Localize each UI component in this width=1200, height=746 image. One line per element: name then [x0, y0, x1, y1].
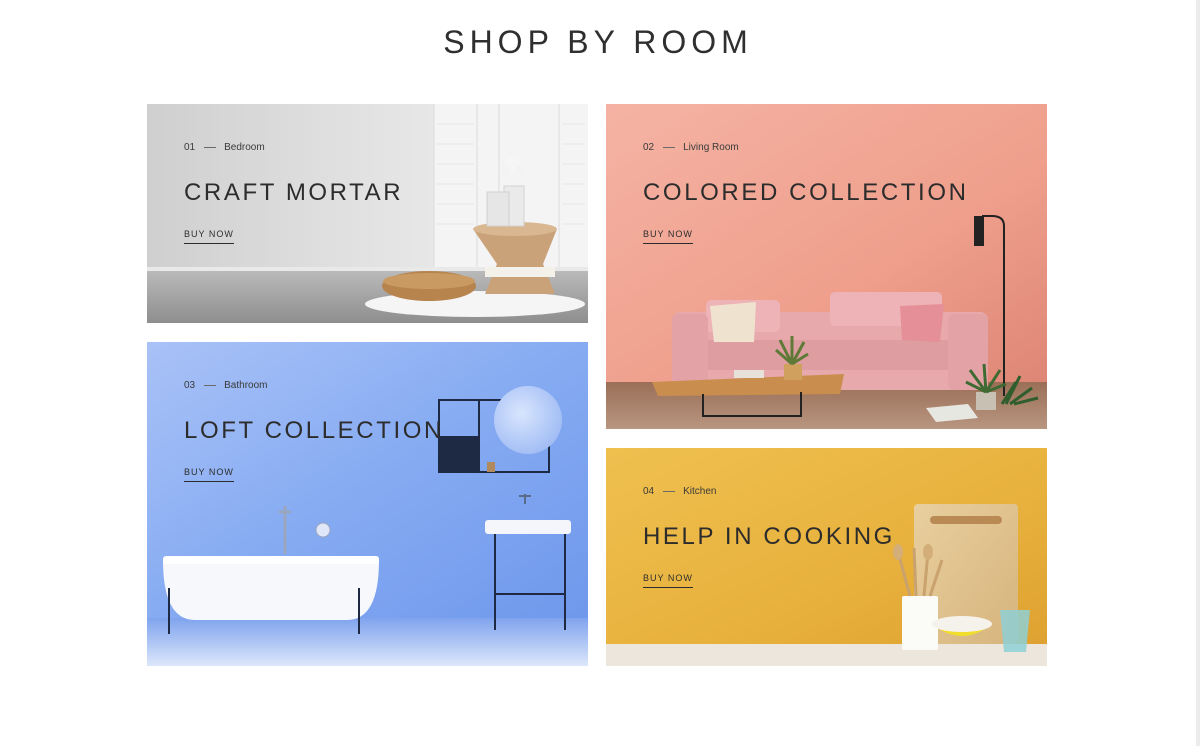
buy-now-link[interactable]: BUY NOW — [643, 229, 693, 244]
buy-now-link[interactable]: BUY NOW — [643, 573, 693, 588]
room-card-kitchen[interactable]: 04 Kitchen HELP IN COOKING BUY NOW — [606, 448, 1047, 666]
meta-divider — [663, 147, 676, 148]
card-category: Bathroom — [224, 380, 268, 391]
card-number: 02 — [643, 142, 655, 153]
card-category: Kitchen — [683, 486, 717, 497]
card-number: 03 — [184, 380, 196, 391]
meta-divider — [204, 147, 217, 148]
card-number: 01 — [184, 142, 196, 153]
card-number: 04 — [643, 486, 655, 497]
card-meta: 03 Bathroom — [184, 380, 444, 391]
buy-now-link[interactable]: BUY NOW — [184, 467, 234, 482]
card-category: Bedroom — [224, 142, 265, 153]
card-title: COLORED COLLECTION — [643, 179, 969, 206]
buy-now-link[interactable]: BUY NOW — [184, 229, 234, 244]
card-title: HELP IN COOKING — [643, 523, 895, 550]
scrollbar[interactable] — [1196, 0, 1200, 746]
room-card-living-room[interactable]: 02 Living Room COLORED COLLECTION BUY NO… — [606, 104, 1047, 429]
card-meta: 01 Bedroom — [184, 142, 403, 153]
card-title: LOFT COLLECTION — [184, 417, 444, 444]
card-category: Living Room — [683, 142, 739, 153]
meta-divider — [663, 491, 676, 492]
meta-divider — [204, 385, 217, 386]
room-card-bathroom[interactable]: 03 Bathroom LOFT COLLECTION BUY NOW — [147, 342, 588, 666]
card-meta: 04 Kitchen — [643, 486, 895, 497]
card-meta: 02 Living Room — [643, 142, 969, 153]
room-card-bedroom[interactable]: 01 Bedroom CRAFT MORTAR BUY NOW — [147, 104, 588, 323]
page-title: SHOP BY ROOM — [443, 24, 753, 60]
card-title: CRAFT MORTAR — [184, 179, 404, 206]
